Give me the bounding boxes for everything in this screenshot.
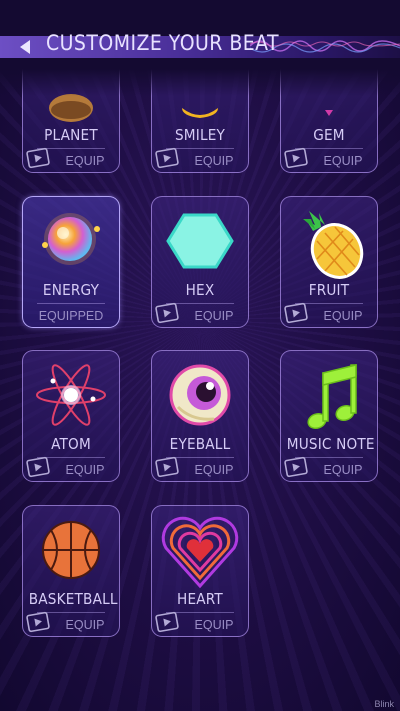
skin-name: PLANET [44,126,98,144]
skin-card-heart[interactable]: HEART EQUIP [151,505,249,637]
equip-button[interactable]: EQUIP [152,616,248,634]
equip-label: EQUIP [194,463,234,477]
skin-card-energy[interactable]: ENERGY EQUIPPED [22,196,120,328]
pineapple-icon [303,211,364,279]
skin-name: GEM [313,126,345,144]
skin-card-atom[interactable]: ATOM EQUIP [22,350,120,482]
music-note-icon [307,364,357,430]
hexagon-icon [166,213,234,269]
equip-label: EQUIP [194,618,234,632]
equip-button[interactable]: EQUIP [152,307,248,325]
equip-label: EQUIP [65,154,105,168]
skin-card-music-note[interactable]: MUSIC NOTE EQUIP [280,350,378,482]
skin-card-hex[interactable]: HEX EQUIP [151,196,249,328]
equip-label: EQUIPPED [38,309,104,323]
equipped-status: EQUIPPED [23,307,119,325]
skin-name: EYEBALL [169,435,231,453]
equip-button[interactable]: EQUIP [281,152,377,170]
atom-icon [36,364,106,426]
header: CUSTOMIZE YOUR BEAT [0,0,400,96]
equip-label: EQUIP [323,463,363,477]
skin-card-eyeball[interactable]: EYEBALL EQUIP [151,350,249,482]
equip-button[interactable]: EQUIP [152,461,248,479]
divider [37,303,105,304]
heart-icon [161,516,239,589]
equip-label: EQUIP [194,154,234,168]
equip-button[interactable]: EQUIP [281,461,377,479]
basketball-icon [42,521,100,579]
equip-label: EQUIP [65,463,105,477]
skin-grid: PLANET EQUIP SMILEY EQUIP GEM EQUIP ENER… [0,0,400,711]
equip-label: EQUIP [194,309,234,323]
equip-label: EQUIP [323,309,363,323]
skin-name: MUSIC NOTE [286,435,375,453]
skin-name: ENERGY [42,281,100,299]
equip-label: EQUIP [65,618,105,632]
skin-card-fruit[interactable]: FRUIT EQUIP [280,196,378,328]
skin-name: ATOM [51,435,91,453]
back-button[interactable] [14,36,36,58]
back-arrow-icon [20,40,30,54]
page-title: CUSTOMIZE YOUR BEAT [46,31,280,55]
energy-orb-icon [42,213,100,265]
watermark: Blink [374,699,394,709]
equip-label: EQUIP [323,154,363,168]
equip-button[interactable]: EQUIP [23,616,119,634]
equip-button[interactable]: EQUIP [152,152,248,170]
eyeball-icon [169,364,231,426]
skin-name: FRUIT [308,281,350,299]
skin-name: HEART [177,590,223,608]
equip-button[interactable]: EQUIP [23,152,119,170]
skin-name: SMILEY [174,126,226,144]
skin-name: BASKETBALL [28,590,118,608]
skin-name: HEX [185,281,215,299]
equip-button[interactable]: EQUIP [281,307,377,325]
equip-button[interactable]: EQUIP [23,461,119,479]
skin-card-basketball[interactable]: BASKETBALL EQUIP [22,505,120,637]
